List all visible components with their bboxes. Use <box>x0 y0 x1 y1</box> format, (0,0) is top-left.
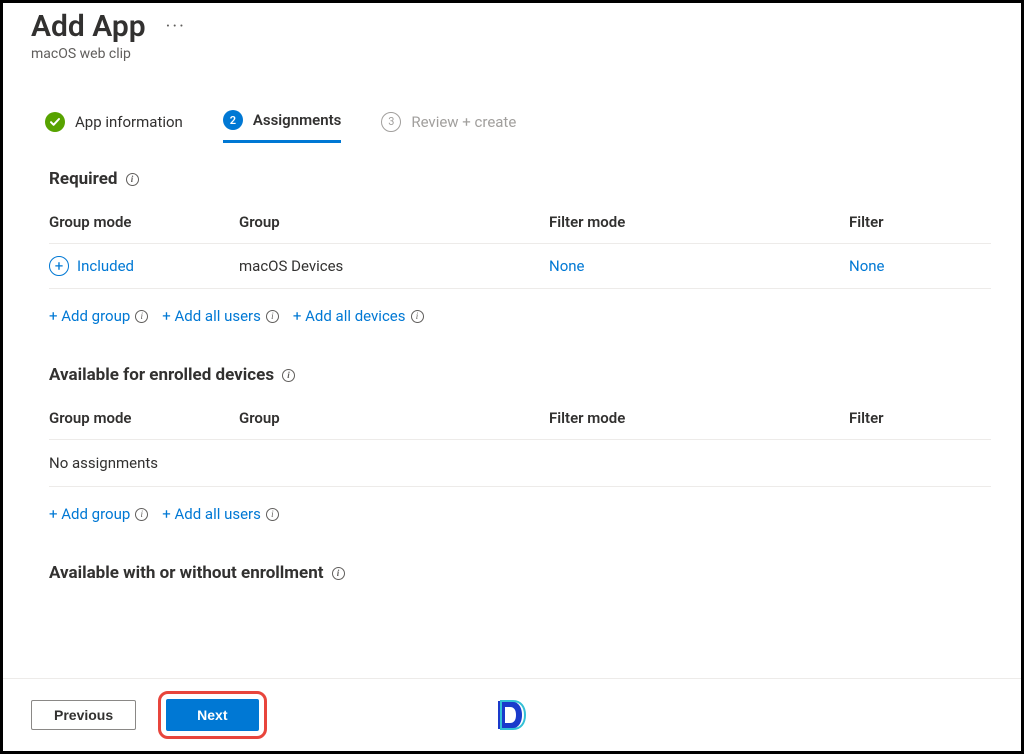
col-filter-mode: Filter mode <box>549 213 849 231</box>
section-title-available-any: Available with or without enrollment i <box>49 563 991 583</box>
plus-circle-icon: + <box>49 256 69 276</box>
no-assignments-text: No assignments <box>49 440 991 487</box>
step-number-icon: 3 <box>381 112 401 132</box>
main-content: Add App ··· macOS web clip App informati… <box>3 3 1021 583</box>
info-icon[interactable]: i <box>135 310 148 323</box>
section-title-available-enrolled: Available for enrolled devices i <box>49 365 991 385</box>
info-icon[interactable]: i <box>411 310 424 323</box>
info-icon[interactable]: i <box>135 508 148 521</box>
wizard-tab-label: App information <box>75 113 183 131</box>
section-title-text: Required <box>49 169 118 189</box>
group-value: macOS Devices <box>239 257 549 275</box>
section-available-enrolled: Available for enrolled devices i Group m… <box>31 365 993 523</box>
previous-button[interactable]: Previous <box>31 700 136 730</box>
info-icon[interactable]: i <box>126 173 139 186</box>
wizard-tab-review-create[interactable]: 3 Review + create <box>381 110 516 143</box>
add-group-link[interactable]: + Add group i <box>49 505 148 523</box>
section-title-required: Required i <box>49 169 991 189</box>
section-title-text: Available with or without enrollment <box>49 563 324 583</box>
add-all-users-link[interactable]: + Add all users i <box>162 505 279 523</box>
app-frame: Add App ··· macOS web clip App informati… <box>0 0 1024 754</box>
col-group: Group <box>239 213 549 231</box>
page-subtitle: macOS web clip <box>31 46 993 62</box>
wizard-tab-app-information[interactable]: App information <box>45 110 183 143</box>
group-mode-value: Included <box>77 257 134 275</box>
page-title: Add App <box>31 9 146 44</box>
wizard-tab-label: Assignments <box>253 111 341 129</box>
section-available-any: Available with or without enrollment i <box>31 563 993 583</box>
col-group: Group <box>239 409 549 427</box>
table-header-row: Group mode Group Filter mode Filter <box>49 213 991 244</box>
add-all-devices-link[interactable]: + Add all devices i <box>293 307 424 325</box>
available-enrolled-table: Group mode Group Filter mode Filter No a… <box>49 409 991 487</box>
required-actions: + Add group i + Add all users i + Add al… <box>49 307 991 325</box>
required-table: Group mode Group Filter mode Filter + In… <box>49 213 991 289</box>
header: Add App ··· <box>31 9 993 44</box>
table-row: + Included macOS Devices None None <box>49 244 991 289</box>
filter-mode-link[interactable]: None <box>549 257 849 275</box>
info-icon[interactable]: i <box>266 508 279 521</box>
step-number-icon: 2 <box>223 110 243 130</box>
col-filter: Filter <box>849 213 991 231</box>
col-filter-mode: Filter mode <box>549 409 849 427</box>
col-group-mode: Group mode <box>49 409 239 427</box>
next-button-highlight: Next <box>158 691 266 739</box>
next-button[interactable]: Next <box>166 699 258 731</box>
section-required: Required i Group mode Group Filter mode … <box>31 169 993 325</box>
brand-logo-icon <box>492 695 532 735</box>
check-circle-icon <box>45 112 65 132</box>
table-header-row: Group mode Group Filter mode Filter <box>49 409 991 440</box>
info-icon[interactable]: i <box>266 310 279 323</box>
wizard-tab-label: Review + create <box>411 113 516 131</box>
info-icon[interactable]: i <box>332 567 345 580</box>
info-icon[interactable]: i <box>282 369 295 382</box>
add-group-link[interactable]: + Add group i <box>49 307 148 325</box>
group-mode-selector[interactable]: + Included <box>49 256 239 276</box>
section-title-text: Available for enrolled devices <box>49 365 274 385</box>
available-enrolled-actions: + Add group i + Add all users i <box>49 505 991 523</box>
col-group-mode: Group mode <box>49 213 239 231</box>
wizard-tab-assignments[interactable]: 2 Assignments <box>223 110 341 143</box>
footer-bar: Previous Next <box>3 678 1021 751</box>
more-options-button[interactable]: ··· <box>166 16 186 37</box>
filter-link[interactable]: None <box>849 257 991 275</box>
col-filter: Filter <box>849 409 991 427</box>
wizard-tabs: App information 2 Assignments 3 Review +… <box>31 110 993 143</box>
add-all-users-link[interactable]: + Add all users i <box>162 307 279 325</box>
